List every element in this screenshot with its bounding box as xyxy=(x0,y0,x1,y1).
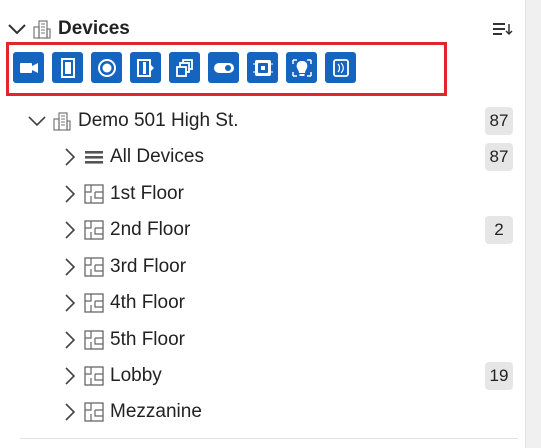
list-icon xyxy=(84,149,104,165)
floor-plan-icon xyxy=(84,184,104,204)
bulb-filter-button[interactable] xyxy=(286,52,317,83)
sensor-icon xyxy=(97,58,116,77)
tree-item-label: 5th Floor xyxy=(110,329,185,350)
building-icon xyxy=(52,111,72,131)
chevron-right-icon[interactable] xyxy=(60,367,78,385)
device-filter-button[interactable] xyxy=(325,52,356,83)
tree-item-1st-floor[interactable]: 1st Floor xyxy=(60,176,525,212)
floor-plan-icon xyxy=(84,402,104,422)
sensor-filter-button[interactable] xyxy=(91,52,122,83)
devices-panel: Devices Demo 501 High St. 87 All Devices… xyxy=(0,0,525,448)
chevron-right-icon[interactable] xyxy=(60,258,78,276)
tree-item-5th-floor[interactable]: 5th Floor xyxy=(60,322,525,358)
floor-plan-icon xyxy=(84,293,104,313)
camera-filter-button[interactable] xyxy=(13,52,44,83)
tree-item-label: 3rd Floor xyxy=(110,256,187,277)
reader-icon xyxy=(136,58,154,77)
tree-item-all-devices[interactable]: All Devices 87 xyxy=(60,139,525,175)
floor-plan-icon xyxy=(84,330,104,350)
floor-plan-icon xyxy=(84,257,104,277)
device-icon xyxy=(332,58,349,77)
count-badge: 87 xyxy=(485,107,513,135)
count-badge: 19 xyxy=(485,362,513,390)
building-icon xyxy=(32,19,52,39)
tree-item-4th-floor[interactable]: 4th Floor xyxy=(60,285,525,321)
tree-item-mezzanine[interactable]: Mezzanine xyxy=(60,394,525,430)
devices-header: Devices xyxy=(8,14,518,44)
tree-item-2nd-floor[interactable]: 2nd Floor 2 xyxy=(60,212,525,248)
panel-filter-button[interactable] xyxy=(247,52,278,83)
panel-title: Devices xyxy=(58,18,130,39)
bulb-icon xyxy=(291,58,312,77)
tree-item-lobby[interactable]: Lobby 19 xyxy=(60,358,525,394)
stack-filter-button[interactable] xyxy=(169,52,200,83)
tree-item-label: 2nd Floor xyxy=(110,219,191,240)
reader-filter-button[interactable] xyxy=(130,52,161,83)
site-label: Demo 501 High St. xyxy=(78,110,239,131)
collapse-chevron-icon[interactable] xyxy=(8,20,26,38)
door-icon xyxy=(60,57,75,78)
chevron-right-icon[interactable] xyxy=(60,148,78,166)
door-filter-button[interactable] xyxy=(52,52,83,83)
count-badge: 87 xyxy=(485,143,513,171)
device-type-toolbar xyxy=(13,52,356,83)
sort-list-icon[interactable] xyxy=(492,18,514,40)
stack-icon xyxy=(175,58,193,77)
chevron-right-icon[interactable] xyxy=(60,185,78,203)
chevron-right-icon[interactable] xyxy=(60,331,78,349)
camera-icon xyxy=(19,62,38,73)
toggle-filter-button[interactable] xyxy=(208,52,239,83)
divider xyxy=(20,438,518,439)
scrollbar[interactable] xyxy=(525,0,541,448)
tree-site-row[interactable]: Demo 501 High St. 87 xyxy=(28,103,525,139)
toggle-icon xyxy=(213,62,234,73)
tree-item-label: 4th Floor xyxy=(110,292,185,313)
floor-plan-icon xyxy=(84,220,104,240)
tree-item-label: All Devices xyxy=(110,146,204,167)
floor-plan-icon xyxy=(84,366,104,386)
chevron-right-icon[interactable] xyxy=(60,403,78,421)
tree-item-label: 1st Floor xyxy=(110,183,184,204)
chevron-right-icon[interactable] xyxy=(60,221,78,239)
expanded-chevron-icon[interactable] xyxy=(28,112,46,130)
tree-item-label: Lobby xyxy=(110,365,162,386)
tree-item-3rd-floor[interactable]: 3rd Floor xyxy=(60,249,525,285)
chevron-right-icon[interactable] xyxy=(60,294,78,312)
panel-icon xyxy=(252,59,273,76)
count-badge: 2 xyxy=(485,216,513,244)
tree-item-label: Mezzanine xyxy=(110,401,202,422)
